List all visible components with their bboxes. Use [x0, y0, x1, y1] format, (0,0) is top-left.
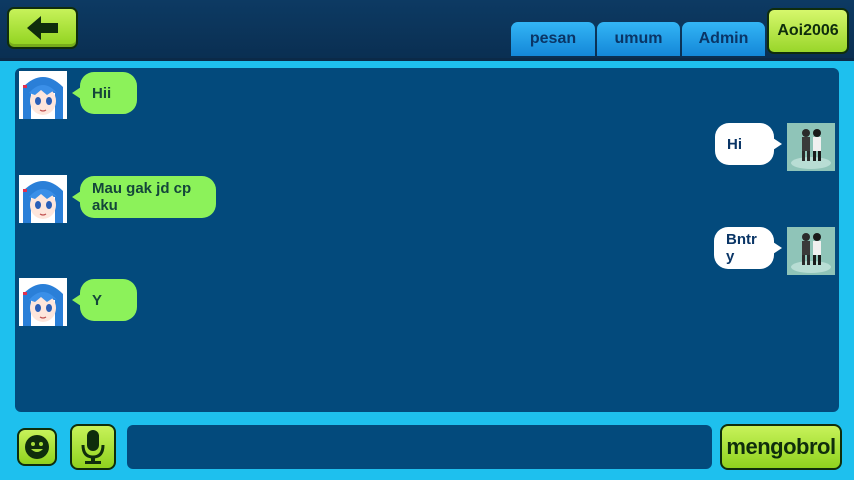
smiley-icon	[25, 435, 49, 459]
message-input[interactable]	[127, 425, 712, 469]
emoji-button[interactable]	[17, 428, 57, 466]
avatar-other-user	[19, 71, 67, 119]
avatar-current-user	[787, 123, 835, 171]
message-bubble-received: Hii	[72, 72, 137, 114]
message-bubble-received: Mau gak jd cp aku	[72, 176, 216, 218]
message-bubble-sent: Bntr y	[714, 227, 782, 269]
tab-umum[interactable]: umum	[597, 22, 680, 56]
avatar-current-user	[787, 227, 835, 275]
tab-admin[interactable]: Admin	[682, 22, 765, 56]
back-button[interactable]	[7, 7, 78, 49]
message-bubble-received: Y	[72, 279, 137, 321]
voice-record-button[interactable]	[70, 424, 116, 470]
arrow-left-icon	[26, 16, 58, 40]
send-button[interactable]: mengobrol	[720, 424, 842, 470]
top-bar: pesan umum Admin Aoi2006	[0, 0, 854, 61]
microphone-icon	[81, 430, 105, 464]
avatar-other-user	[19, 175, 67, 223]
tab-pesan[interactable]: pesan	[511, 22, 595, 56]
avatar-other-user	[19, 278, 67, 326]
chat-message-list[interactable]: Hii Hi Mau gak jd cp aku Bntr y Y	[15, 68, 839, 412]
tab-active-user[interactable]: Aoi2006	[767, 8, 849, 54]
message-bubble-sent: Hi	[715, 123, 782, 165]
